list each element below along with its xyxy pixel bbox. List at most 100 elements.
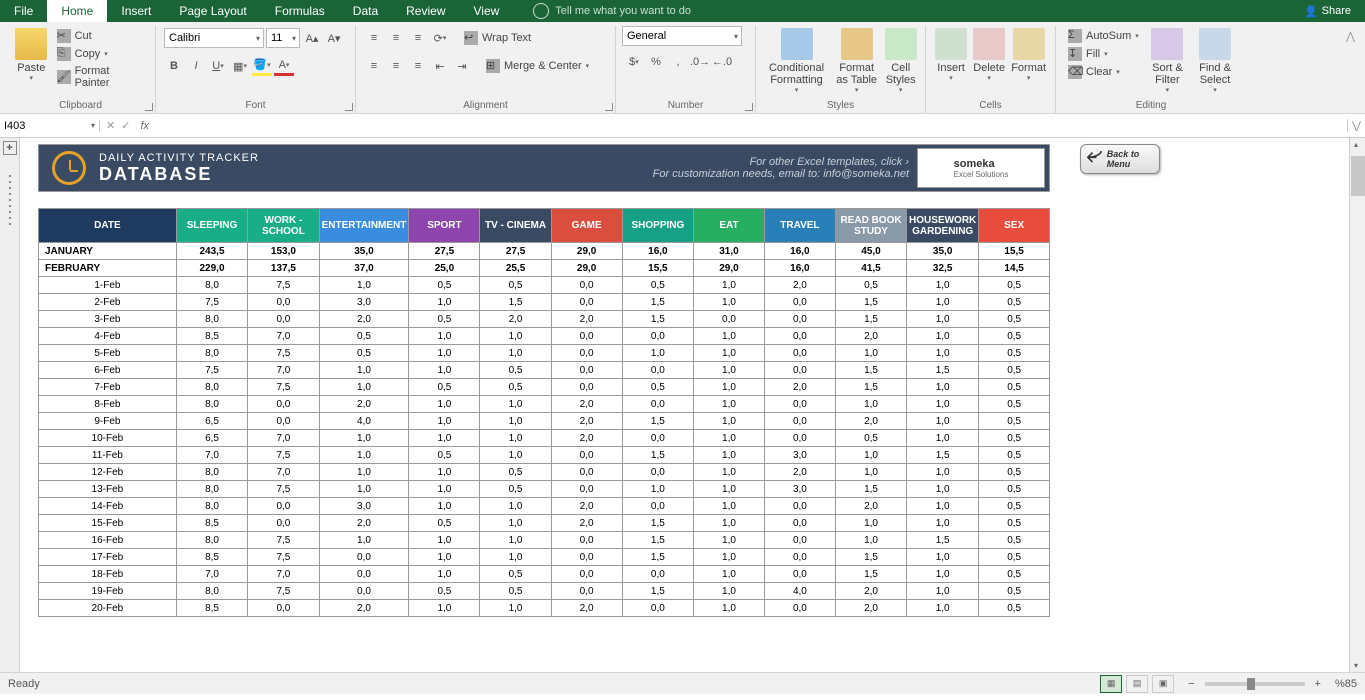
format-button[interactable]: Format▾ <box>1008 26 1049 84</box>
align-right-icon[interactable]: ≡ <box>408 56 428 76</box>
table-row[interactable]: 3-Feb8,00,02,00,52,02,01,50,00,01,51,00,… <box>39 311 1050 328</box>
collapse-ribbon-icon[interactable]: ⋀ <box>1342 26 1359 113</box>
font-name-combo[interactable]: Calibri <box>164 28 264 48</box>
table-row[interactable]: 20-Feb8,50,02,01,01,02,00,01,00,02,01,00… <box>39 600 1050 617</box>
table-row[interactable]: 5-Feb8,07,50,51,01,00,01,01,00,01,01,00,… <box>39 345 1050 362</box>
delete-button[interactable]: Delete▾ <box>970 26 1008 84</box>
zoom-slider[interactable] <box>1205 682 1305 686</box>
column-header[interactable]: EAT <box>694 209 765 243</box>
someka-logo[interactable]: somekaExcel Solutions <box>917 148 1045 188</box>
zoom-out-button[interactable]: − <box>1188 678 1194 690</box>
table-row[interactable]: 6-Feb7,57,01,01,00,50,00,01,00,01,51,50,… <box>39 362 1050 379</box>
clear-button[interactable]: ⌫Clear▾ <box>1064 64 1143 80</box>
column-header[interactable]: SLEEPING <box>176 209 248 243</box>
name-box[interactable]: I403 <box>0 120 100 132</box>
increase-indent-icon[interactable]: ⇥ <box>452 56 472 76</box>
format-as-table-button[interactable]: Format as Table▾ <box>831 26 882 96</box>
back-to-menu-button[interactable]: Back to Menu <box>1080 144 1160 174</box>
currency-icon[interactable]: $▾ <box>624 52 644 72</box>
banner-link[interactable]: For other Excel templates, click › <box>653 156 909 168</box>
align-top-icon[interactable]: ≡ <box>364 28 384 48</box>
merge-center-button[interactable]: ⊞Merge & Center▾ <box>482 58 593 74</box>
borders-button[interactable]: ▦▾ <box>230 56 250 76</box>
format-painter-button[interactable]: 🖌Format Painter <box>53 64 147 90</box>
increase-font-icon[interactable]: A▴ <box>302 28 322 48</box>
font-color-button[interactable]: A▾ <box>274 56 294 76</box>
bold-button[interactable]: B <box>164 56 184 76</box>
fill-color-button[interactable]: 🪣▾ <box>252 56 272 76</box>
align-middle-icon[interactable]: ≡ <box>386 28 406 48</box>
column-header[interactable]: TRAVEL <box>764 209 835 243</box>
table-row[interactable]: 12-Feb8,07,01,01,00,50,00,01,02,01,01,00… <box>39 464 1050 481</box>
table-row[interactable]: 10-Feb6,57,01,01,01,02,00,01,00,00,51,00… <box>39 430 1050 447</box>
column-header[interactable]: TV - CINEMA <box>480 209 551 243</box>
font-dialog-launcher[interactable] <box>345 103 353 111</box>
tab-view[interactable]: View <box>460 0 514 22</box>
tab-review[interactable]: Review <box>392 0 459 22</box>
table-row[interactable]: 18-Feb7,07,00,01,00,50,00,01,00,01,51,00… <box>39 566 1050 583</box>
table-row[interactable]: 9-Feb6,50,04,01,01,02,01,51,00,02,01,00,… <box>39 413 1050 430</box>
share-button[interactable]: 👤Share <box>1290 5 1365 18</box>
italic-button[interactable]: I <box>186 56 206 76</box>
page-layout-view-icon[interactable]: ▤ <box>1126 675 1148 693</box>
tab-page-layout[interactable]: Page Layout <box>165 0 260 22</box>
tab-file[interactable]: File <box>0 0 47 22</box>
cut-button[interactable]: ✂Cut <box>53 28 147 44</box>
month-summary-row[interactable]: FEBRUARY229,0137,537,025,025,529,015,529… <box>39 260 1050 277</box>
outline-expand-button[interactable]: + <box>3 141 17 155</box>
clipboard-dialog-launcher[interactable] <box>145 103 153 111</box>
autosum-button[interactable]: ΣAutoSum▾ <box>1064 28 1143 44</box>
table-row[interactable]: 7-Feb8,07,51,00,50,50,00,51,02,01,51,00,… <box>39 379 1050 396</box>
table-row[interactable]: 13-Feb8,07,51,01,00,50,01,01,03,01,51,00… <box>39 481 1050 498</box>
decrease-decimal-icon[interactable]: ←.0 <box>712 52 732 72</box>
column-header[interactable]: HOUSEWORK GARDENING <box>907 209 979 243</box>
column-header[interactable]: READ BOOK STUDY <box>836 209 907 243</box>
column-header[interactable]: ENTERTAINMENT <box>319 209 409 243</box>
cell-styles-button[interactable]: Cell Styles▾ <box>882 26 919 96</box>
tell-me-input[interactable]: Tell me what you want to do <box>533 3 691 19</box>
find-select-button[interactable]: Find & Select▾ <box>1190 26 1240 96</box>
conditional-formatting-button[interactable]: Conditional Formatting▾ <box>762 26 831 96</box>
fx-icon[interactable]: fx <box>136 120 153 132</box>
number-dialog-launcher[interactable] <box>745 103 753 111</box>
cancel-formula-icon[interactable]: ✕ <box>106 119 115 132</box>
table-row[interactable]: 1-Feb8,07,51,00,50,50,00,51,02,00,51,00,… <box>39 277 1050 294</box>
column-header[interactable]: DATE <box>39 209 177 243</box>
zoom-level[interactable]: %85 <box>1335 678 1357 690</box>
orientation-icon[interactable]: ⟳▾ <box>430 28 450 48</box>
alignment-dialog-launcher[interactable] <box>605 103 613 111</box>
number-format-combo[interactable]: General <box>622 26 742 46</box>
tab-insert[interactable]: Insert <box>107 0 165 22</box>
column-header[interactable]: SHOPPING <box>622 209 694 243</box>
table-row[interactable]: 15-Feb8,50,02,00,51,02,01,51,00,01,01,00… <box>39 515 1050 532</box>
expand-formula-bar-icon[interactable]: ⋁ <box>1347 119 1365 132</box>
wrap-text-button[interactable]: ↩Wrap Text <box>460 30 535 46</box>
table-row[interactable]: 14-Feb8,00,03,01,01,02,00,01,00,02,01,00… <box>39 498 1050 515</box>
normal-view-icon[interactable]: ▦ <box>1100 675 1122 693</box>
table-row[interactable]: 19-Feb8,07,50,00,50,50,01,51,04,02,01,00… <box>39 583 1050 600</box>
column-header[interactable]: WORK - SCHOOL <box>248 209 319 243</box>
sort-filter-button[interactable]: Sort & Filter▾ <box>1145 26 1190 96</box>
table-row[interactable]: 17-Feb8,57,50,01,01,00,01,51,00,01,51,00… <box>39 549 1050 566</box>
align-center-icon[interactable]: ≡ <box>386 56 406 76</box>
column-header[interactable]: SEX <box>979 209 1050 243</box>
table-row[interactable]: 16-Feb8,07,51,01,01,00,01,51,00,01,01,50… <box>39 532 1050 549</box>
zoom-in-button[interactable]: + <box>1315 678 1321 690</box>
table-row[interactable]: 11-Feb7,07,51,00,51,00,01,51,03,01,01,50… <box>39 447 1050 464</box>
decrease-font-icon[interactable]: A▾ <box>324 28 344 48</box>
column-header[interactable]: GAME <box>551 209 622 243</box>
percent-icon[interactable]: % <box>646 52 666 72</box>
activity-table[interactable]: DATESLEEPINGWORK - SCHOOLENTERTAINMENTSP… <box>38 208 1050 617</box>
underline-button[interactable]: U▾ <box>208 56 228 76</box>
vertical-scrollbar[interactable] <box>1349 138 1365 672</box>
month-summary-row[interactable]: JANUARY243,5153,035,027,527,529,016,031,… <box>39 243 1050 260</box>
fill-button[interactable]: ↧Fill▾ <box>1064 46 1143 62</box>
insert-button[interactable]: Insert▾ <box>932 26 970 84</box>
enter-formula-icon[interactable]: ✓ <box>121 119 130 132</box>
increase-decimal-icon[interactable]: .0→ <box>690 52 710 72</box>
table-row[interactable]: 2-Feb7,50,03,01,01,50,01,51,00,01,51,00,… <box>39 294 1050 311</box>
decrease-indent-icon[interactable]: ⇤ <box>430 56 450 76</box>
align-left-icon[interactable]: ≡ <box>364 56 384 76</box>
paste-button[interactable]: Paste▾ <box>12 26 51 84</box>
copy-button[interactable]: ⎘Copy▾ <box>53 46 147 62</box>
